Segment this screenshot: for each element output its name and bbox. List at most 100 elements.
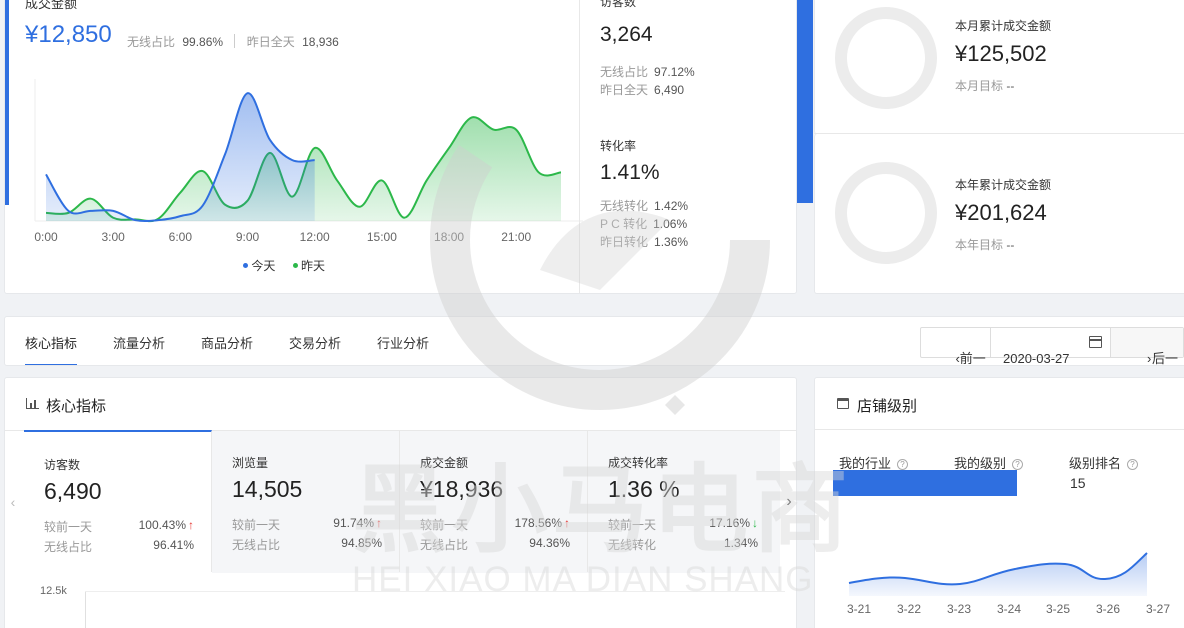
legend-today-dot xyxy=(243,263,248,268)
metric-card-pageviews[interactable]: 浏览量 14,505 较前一天 91.74% ↑ 无线占比 94.85% xyxy=(212,430,400,572)
accent-bar xyxy=(5,0,9,205)
conversion-wireless-value: 1.42% xyxy=(654,199,689,213)
visitors-label: 访客数 xyxy=(600,0,637,9)
month-target-label: 本月目标 xyxy=(955,79,1004,93)
metric-card-gmv[interactable]: 成交金额 ¥18,936 较前一天 178.56% ↑ 无线占比 94.36% xyxy=(400,430,588,572)
metric-secondary-label: 无线占比 xyxy=(44,540,93,554)
shop-level-title: 店铺级别 xyxy=(857,398,918,415)
trend-up-icon: ↑ xyxy=(564,516,570,530)
conversion-wireless: 无线转化 1.42% xyxy=(600,197,688,214)
conversion-value: 1.41% xyxy=(600,161,660,184)
metric-secondary-row: 无线占比 94.85% xyxy=(232,536,382,553)
chart-legend: 今天 昨天 xyxy=(243,257,325,274)
month-target-value: -- xyxy=(1006,79,1015,93)
metric-title: 访客数 xyxy=(44,458,81,472)
metric-secondary-label: 无线占比 xyxy=(420,538,469,552)
metric-compare-row: 较前一天 100.43% ↑ xyxy=(44,518,194,535)
shop-icon xyxy=(837,398,849,409)
date-value: 2020-03-27 xyxy=(1003,351,1070,366)
trend-date: 3-27 xyxy=(1146,602,1171,616)
conversion-pc: P C 转化 1.06% xyxy=(600,215,687,232)
legend-today[interactable]: 今天 xyxy=(251,259,275,273)
metric-compare-value: 91.74% xyxy=(333,516,374,530)
level-label-text: 我的级别 xyxy=(954,456,1007,471)
carousel-prev-button[interactable]: ‹ xyxy=(5,431,21,573)
metric-secondary-value: 96.41% xyxy=(153,538,194,552)
analysis-tab-bar: 核心指标 流量分析 商品分析 交易分析 行业分析 ‹ 前一天 2020-03-2… xyxy=(4,316,1184,366)
wireless-ratio-value: 99.86% xyxy=(182,35,224,49)
trend-date: 3-26 xyxy=(1096,602,1121,616)
help-icon[interactable]: ? xyxy=(1012,459,1024,470)
visitors-yesterday: 昨日全天 6,490 xyxy=(600,81,684,98)
gmv-label: 成交金额 xyxy=(25,0,78,11)
tab-industry-analysis[interactable]: 行业分析 xyxy=(377,333,429,352)
year-progress-ring xyxy=(835,162,937,264)
x-tick-label: 6:00 xyxy=(169,230,193,244)
metric-value: 14,505 xyxy=(232,476,303,502)
industry-level-bar xyxy=(833,470,1017,496)
core-chart-axis xyxy=(85,591,86,628)
conversion-yesterday-value: 1.36% xyxy=(654,235,689,249)
calendar-icon[interactable] xyxy=(1089,336,1102,348)
metric-compare-row: 较前一天 178.56% ↑ xyxy=(420,516,570,533)
conversion-label: 转化率 xyxy=(600,139,637,153)
x-tick-label: 3:00 xyxy=(101,230,125,244)
trend-date: 3-24 xyxy=(997,602,1022,616)
help-icon[interactable]: ? xyxy=(1127,459,1139,470)
metric-compare-label: 较前一天 xyxy=(232,518,281,532)
x-tick-label: 9:00 xyxy=(236,230,260,244)
core-chart-gridline xyxy=(85,591,785,592)
carousel-next-button[interactable]: › xyxy=(780,431,796,573)
metric-compare-value: 100.43% xyxy=(138,518,186,532)
date-navigator: ‹ 前一天 2020-03-27 后一天 › xyxy=(920,327,1184,365)
date-input[interactable]: 2020-03-27 xyxy=(991,328,1111,365)
metric-card-conversion[interactable]: 成交转化率 1.36 % 较前一天 17.16% ↓ 无线转化 1.34% xyxy=(588,430,776,572)
prev-day-button[interactable]: ‹ 前一天 xyxy=(921,328,991,365)
visitors-yesterday-label: 昨日全天 xyxy=(600,83,649,97)
realtime-chart: 0:00 3:00 6:00 9:00 12:00 15:00 18:00 21:00 xyxy=(34,79,583,244)
year-total-value: ¥201,624 xyxy=(955,200,1047,225)
chevron-right-icon: › xyxy=(1147,351,1152,366)
month-target: 本月目标 -- xyxy=(955,77,1014,94)
core-metrics-title: 核心指标 xyxy=(46,398,107,415)
next-day-button[interactable]: 后一天 › xyxy=(1111,328,1183,365)
visitors-wireless: 无线占比 97.12% xyxy=(600,63,695,80)
conversion-wireless-label: 无线转化 xyxy=(600,199,649,213)
metric-secondary-row: 无线占比 94.36% xyxy=(420,536,570,553)
legend-yesterday-dot xyxy=(292,263,298,268)
bar-chart-icon xyxy=(26,398,39,409)
tab-core-metrics[interactable]: 核心指标 xyxy=(25,333,77,352)
visitors-wireless-label: 无线占比 xyxy=(600,65,649,79)
x-tick-label: 12:00 xyxy=(300,230,330,244)
metric-secondary-label: 无线转化 xyxy=(608,538,657,552)
tab-trade-analysis[interactable]: 交易分析 xyxy=(289,333,341,352)
metric-title: 浏览量 xyxy=(232,456,269,470)
tab-product-analysis[interactable]: 商品分析 xyxy=(201,333,253,352)
scroll-strip xyxy=(797,0,813,203)
metric-compare-label: 较前一天 xyxy=(608,518,657,532)
month-total-label: 本月累计成交金额 xyxy=(955,19,1052,33)
metric-value: 6,490 xyxy=(44,478,102,504)
conversion-yesterday: 昨日转化 1.36% xyxy=(600,233,688,250)
month-progress-ring xyxy=(835,7,937,109)
trend-up-icon: ↑ xyxy=(376,516,382,530)
metric-title: 成交转化率 xyxy=(608,456,669,470)
gmv-substats: 无线占比 99.86% 昨日全天 18,936 xyxy=(127,33,339,50)
prev-day-label: 前一天 xyxy=(959,351,986,366)
industry-label-text: 我的行业 xyxy=(839,456,892,471)
year-target-label: 本年目标 xyxy=(955,238,1004,252)
core-metrics-card: 核心指标 ‹ 访客数 6,490 较前一天 100.43% ↑ 无线占比 96.41%… xyxy=(4,377,797,628)
tab-traffic-analysis[interactable]: 流量分析 xyxy=(113,333,165,352)
metric-secondary-value: 94.36% xyxy=(529,536,570,550)
metric-compare-row: 较前一天 17.16% ↓ xyxy=(608,516,758,533)
month-total-value: ¥125,502 xyxy=(955,41,1047,66)
help-icon[interactable]: ? xyxy=(897,459,909,470)
gmv-value: ¥12,850 xyxy=(25,21,112,48)
metric-card-visitors[interactable]: 访客数 6,490 较前一天 100.43% ↑ 无线占比 96.41% xyxy=(24,430,212,572)
year-target: 本年目标 -- xyxy=(955,236,1014,253)
trend-date: 3-25 xyxy=(1046,602,1071,616)
legend-yesterday[interactable]: 昨天 xyxy=(301,259,325,273)
metric-value: ¥18,936 xyxy=(420,476,504,502)
metric-compare-row: 较前一天 91.74% ↑ xyxy=(232,516,382,533)
rank-trend-chart xyxy=(848,552,1148,596)
